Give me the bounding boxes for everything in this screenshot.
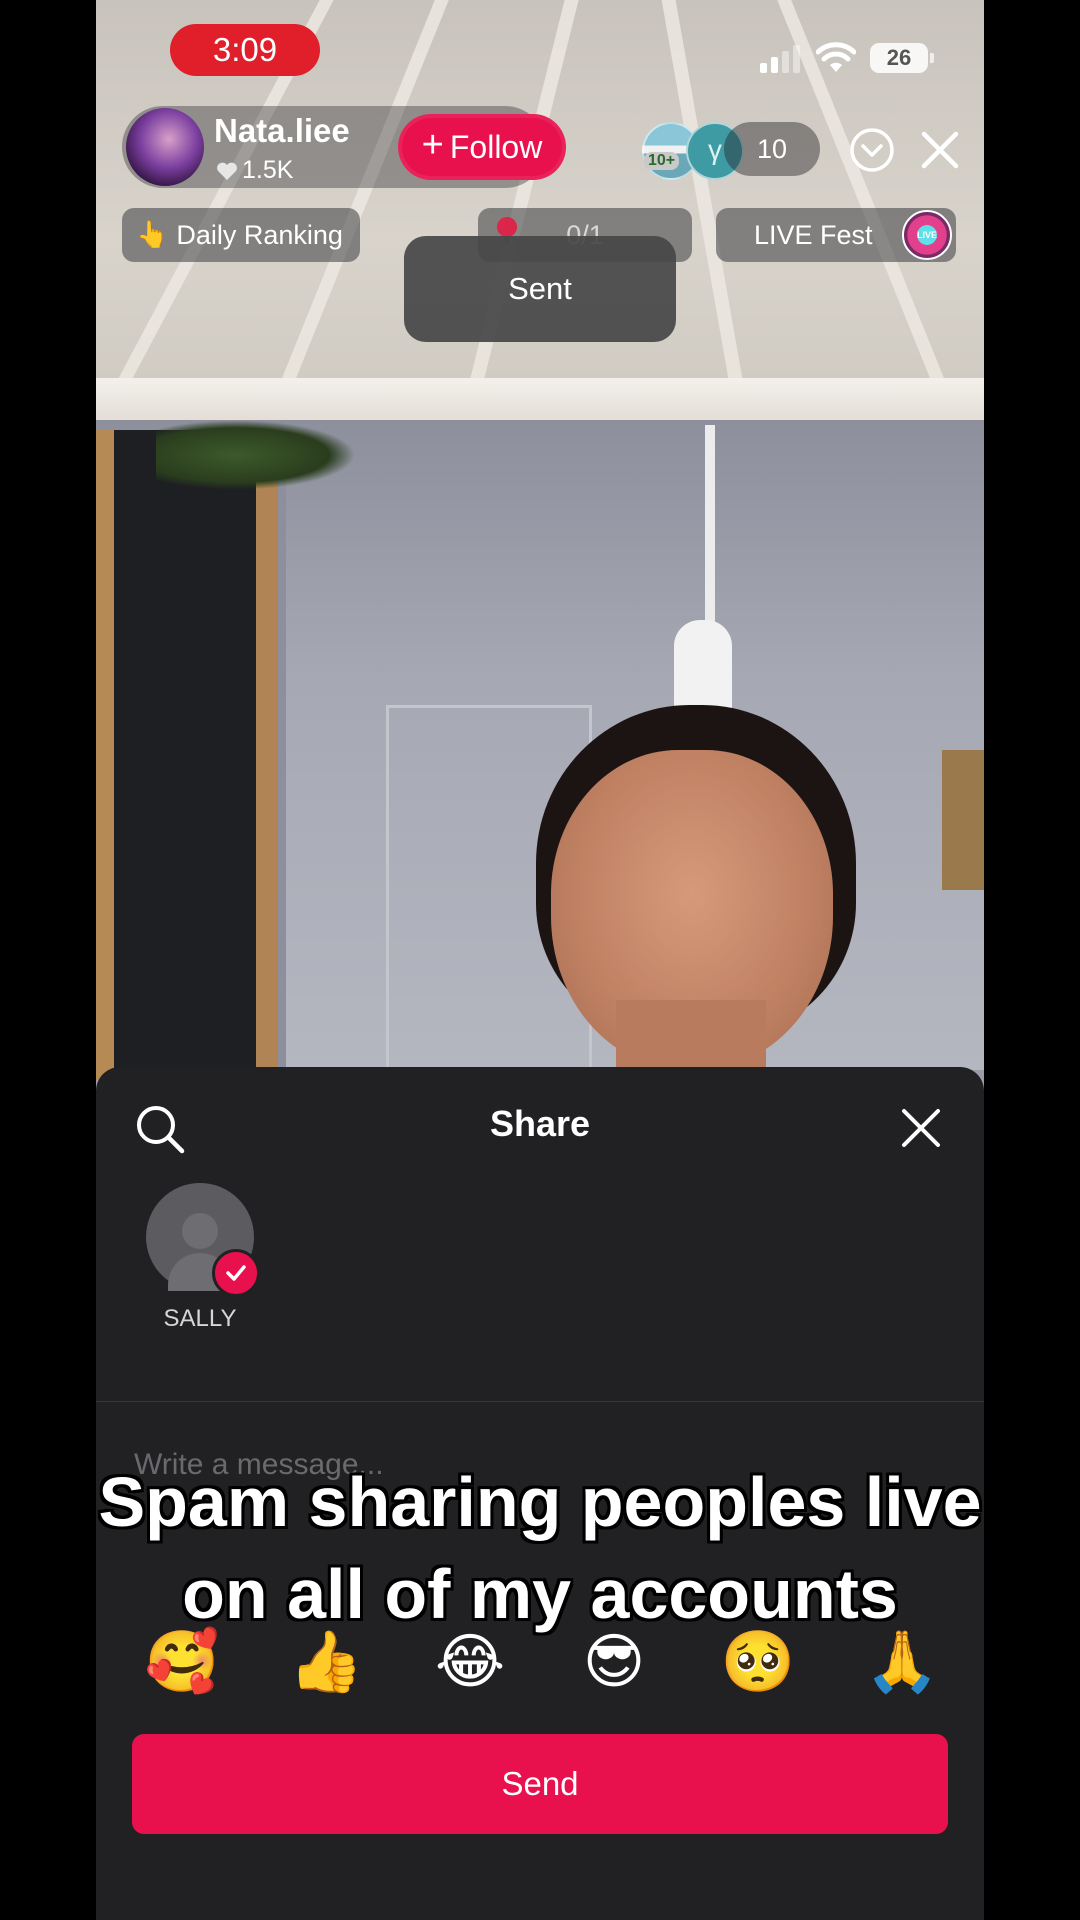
default-avatar-icon — [182, 1213, 218, 1249]
plus-icon: + — [421, 124, 444, 166]
host-avatar[interactable] — [126, 108, 204, 186]
contact-avatar[interactable] — [146, 1183, 260, 1297]
video-shelf — [942, 750, 984, 890]
close-live-button[interactable] — [914, 124, 966, 176]
video-caption: Spam sharing peoples live on all of my a… — [96, 1456, 984, 1640]
collapse-button[interactable] — [846, 124, 898, 176]
heart-icon — [217, 162, 237, 180]
contact-item[interactable]: SALLY — [142, 1183, 260, 1333]
status-icons: 26 — [758, 40, 934, 76]
sent-toast: Sent — [404, 236, 676, 342]
chevron-down-circle-icon — [850, 128, 894, 172]
viewer-count[interactable]: 10 — [724, 122, 820, 176]
checkmark-icon — [226, 1265, 246, 1281]
host-likes: 1.5K — [216, 156, 293, 185]
host-name[interactable]: Nata.liee — [214, 112, 350, 150]
follow-button[interactable]: + Follow — [398, 114, 566, 180]
host-info-bar[interactable]: Nata.liee 1.5K + Follow — [122, 106, 566, 188]
wifi-icon — [816, 42, 856, 72]
close-share-button[interactable] — [898, 1105, 944, 1151]
battery-icon: 26 — [870, 43, 934, 73]
live-stream-screen: 3:09 26 Nata.liee 1.5K + Follow 10+ γ 10… — [96, 0, 984, 1920]
status-time: 3:09 — [170, 24, 320, 76]
contact-name: SALLY — [163, 1305, 237, 1332]
divider — [96, 1401, 984, 1402]
send-button[interactable]: Send — [132, 1734, 948, 1834]
share-title: Share — [489, 1103, 591, 1144]
live-fest-label: LIVE Fest — [754, 219, 873, 250]
viewer-level-badge: 10+ — [644, 152, 680, 170]
close-icon — [921, 131, 959, 169]
host-likes-count: 1.5K — [242, 156, 294, 184]
hand-icon: 👆 — [136, 220, 169, 250]
follow-label: Follow — [449, 128, 543, 165]
selected-check-icon — [212, 1249, 260, 1297]
caption-line-1: Spam sharing peoples live — [98, 1463, 982, 1541]
video-door — [96, 430, 286, 1080]
daily-ranking-label: Daily Ranking — [176, 219, 343, 250]
live-fest-badge-icon: LIVE — [902, 210, 952, 260]
caption-line-2: on all of my accounts — [182, 1555, 898, 1633]
video-beam — [96, 378, 984, 423]
live-fest-badge-text: LIVE — [916, 230, 937, 240]
signal-icon — [760, 45, 800, 73]
live-fest-chip[interactable]: LIVE Fest LIVE — [716, 208, 956, 262]
video-plant — [156, 420, 356, 490]
daily-ranking-chip[interactable]: 👆 Daily Ranking — [122, 208, 360, 262]
close-icon — [902, 1109, 940, 1147]
